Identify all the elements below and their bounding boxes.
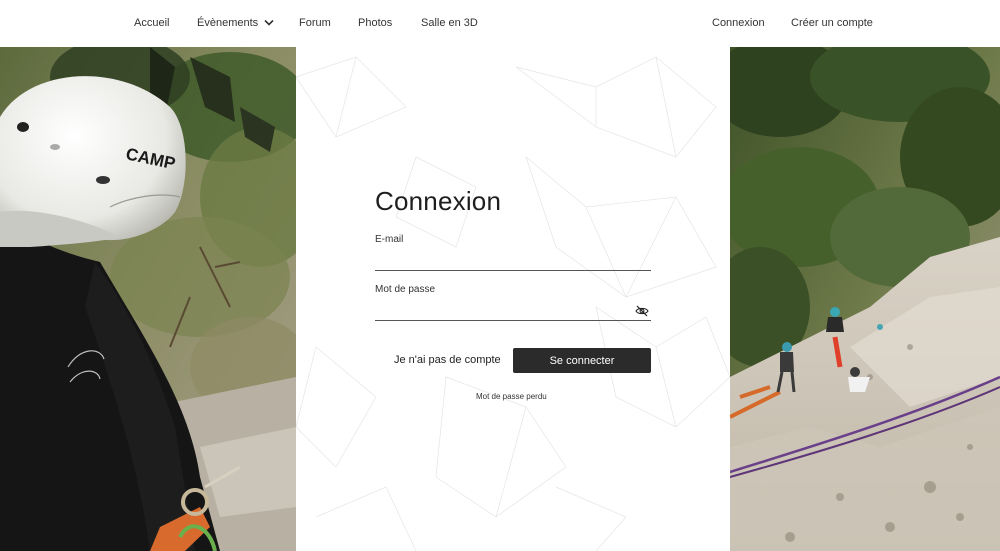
email-label: E-mail xyxy=(375,234,404,245)
left-photo-climber: CAMP xyxy=(0,47,296,551)
login-section: Connexion E-mail Mot de passe Je n'ai pa… xyxy=(296,47,730,551)
nav-register-link[interactable]: Créer un compte xyxy=(791,16,873,30)
email-field[interactable] xyxy=(375,249,651,271)
nav-3d-room-link[interactable]: Salle en 3D xyxy=(421,16,478,30)
right-photo-climbers xyxy=(730,47,1000,551)
password-label: Mot de passe xyxy=(375,284,436,295)
forgot-password-link[interactable]: Mot de passe perdu xyxy=(476,392,547,401)
top-navigation: Accueil Évènements Forum Photos Salle en… xyxy=(0,0,1000,47)
nav-login-link[interactable]: Connexion xyxy=(712,16,765,30)
nav-home-link[interactable]: Accueil xyxy=(134,16,169,30)
eye-off-icon[interactable] xyxy=(635,304,649,318)
nav-events-dropdown[interactable]: Évènements xyxy=(197,16,274,30)
nav-events-label: Évènements xyxy=(197,17,259,29)
page-title: Connexion xyxy=(375,186,502,216)
nav-forum-link[interactable]: Forum xyxy=(299,16,331,30)
no-account-link[interactable]: Je n'ai pas de compte xyxy=(394,354,501,366)
login-submit-button[interactable]: Se connecter xyxy=(513,348,651,373)
chevron-down-icon xyxy=(264,19,274,26)
nav-photos-link[interactable]: Photos xyxy=(358,16,392,30)
password-field[interactable] xyxy=(375,299,651,321)
